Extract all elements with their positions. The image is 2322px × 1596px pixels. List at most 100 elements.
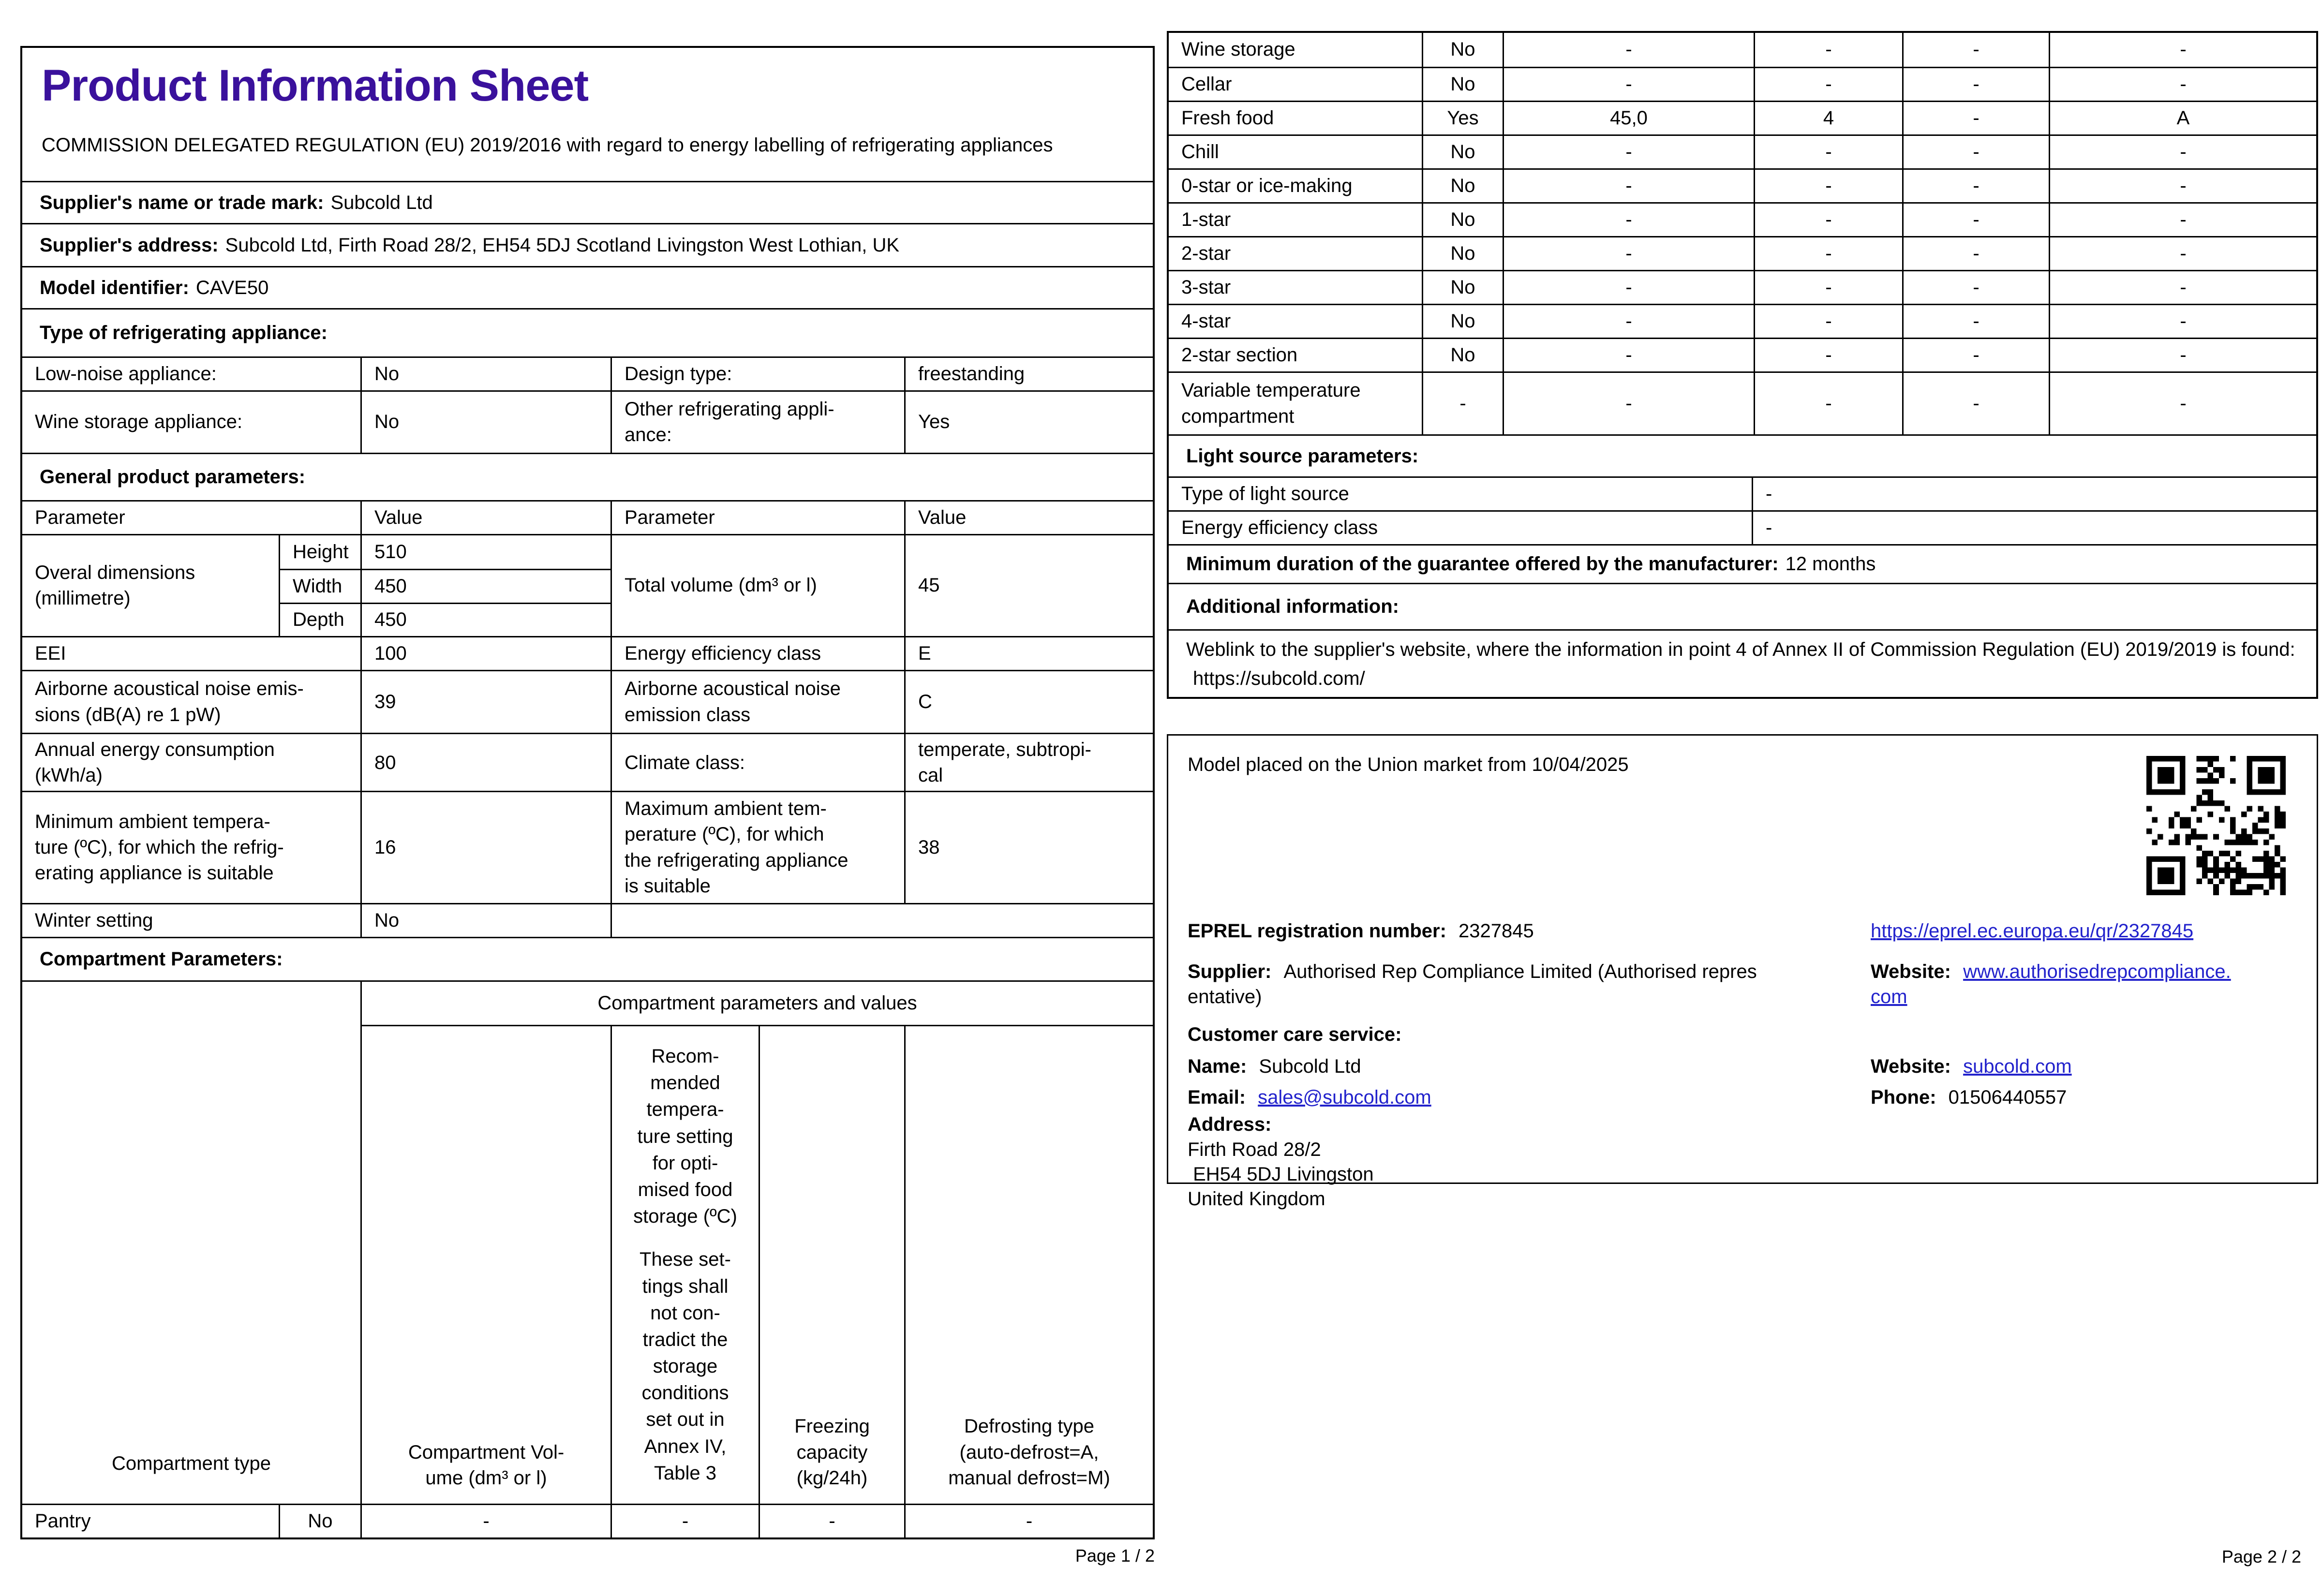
name-label: Name: [1188, 1056, 1247, 1077]
compartment-name-cell: 0-star or ice-making [1181, 175, 1353, 196]
dim-value: 450 [360, 569, 610, 603]
table-row: Energy efficiency class - [1169, 510, 2316, 544]
eprel-link[interactable]: https://eprel.ec.europa.eu/qr/2327845 [1871, 920, 2193, 942]
value-cell: E [904, 637, 1153, 670]
guarantee-label: Minimum duration of the guarantee offere… [1186, 553, 1779, 575]
phone-value: 01506440557 [1948, 1087, 2067, 1108]
volume-cell: - [1503, 373, 1754, 434]
table-row: Fresh food Yes 45,0 4 - A [1169, 101, 2316, 134]
table-row: Chill No - - - - [1169, 134, 2316, 168]
address-line: Firth Road 28/2 [1188, 1139, 1321, 1160]
compartment-name-cell: 4-star [1181, 310, 1231, 332]
param-cell: Winter setting [35, 909, 153, 931]
guarantee-row: Minimum duration of the guarantee offere… [1169, 544, 2316, 583]
compartment-name-cell: 2-star section [1181, 344, 1298, 366]
market-placed-text: Model placed on the Union market from 10… [1188, 754, 1629, 775]
value-cell: 80 [360, 734, 610, 792]
page1-footer: Page 1 / 2 [1075, 1546, 1155, 1566]
weblink-row: Weblink to the supplier's website, where… [1169, 629, 2316, 697]
temp-cell: 4 [1754, 102, 1902, 134]
table-row: Wine storage appliance: No Other refrige… [22, 390, 1153, 453]
supplier-value: Authorised Rep Compliance Limited (Autho… [1188, 961, 1757, 1007]
freezing-cell: - [1902, 339, 2049, 371]
value-cell: temperate, subtropi- cal [904, 734, 1153, 792]
answer-cell: No [1422, 339, 1503, 371]
column-header: Freezing capacity (kg/24h) [759, 1025, 904, 1504]
temp-cell: - [1754, 237, 1902, 270]
volume-cell: - [1503, 170, 1754, 202]
table-row: Variable temperature compartment - - - -… [1169, 371, 2316, 434]
value-cell: - [1752, 478, 2316, 510]
table-row: 1-star No - - - - [1169, 202, 2316, 236]
volume-cell: - [360, 1505, 610, 1537]
dim-key: Depth [279, 603, 360, 636]
address-line: United Kingdom [1188, 1188, 1325, 1210]
address-line: EH54 5DJ Livingston [1188, 1164, 1374, 1185]
compartment-name-cell: Chill [1181, 141, 1219, 163]
temp-cell: - [1754, 68, 1902, 101]
value-cell: 16 [360, 792, 610, 903]
value-cell: Yes [904, 392, 1153, 453]
compartment-header-table: Compartment type Compartment parameters … [22, 980, 1153, 1504]
supplier-info: Supplier: Authorised Rep Compliance Limi… [1188, 959, 1861, 1009]
eprel-box: Model placed on the Union market from 10… [1167, 734, 2318, 1210]
table-row: Low-noise appliance: No Design type: fre… [22, 356, 1153, 390]
answer-cell: No [279, 1505, 360, 1537]
care-email: Email: sales@subcold.com [1188, 1085, 1861, 1110]
freezing-cell: - [1902, 204, 2049, 236]
temp-cell: - [1754, 305, 1902, 338]
temp-cell: - [1754, 33, 1902, 67]
param-cell: Energy efficiency class [1181, 517, 1378, 538]
general-section-header: General product parameters: [22, 453, 1153, 500]
answer-cell: No [1422, 68, 1503, 101]
supplier-label: Supplier: [1188, 961, 1272, 982]
value-cell: No [360, 392, 610, 453]
param-cell: EEI [35, 642, 66, 664]
value-cell: No [360, 904, 610, 937]
answer-cell: No [1422, 204, 1503, 236]
value-cell: 45 [904, 535, 1153, 636]
table-row: Pantry No - - - - [22, 1504, 1153, 1537]
website2-link[interactable]: subcold.com [1963, 1056, 2072, 1077]
defrost-cell: - [2049, 170, 2316, 202]
column-header: Recom- mended tempera- ture setting for … [610, 1025, 759, 1504]
name-value: Subcold Ltd [1259, 1056, 1361, 1077]
volume-cell: 45,0 [1503, 102, 1754, 134]
param-cell: Design type: [610, 358, 904, 390]
defrost-cell: - [2049, 136, 2316, 168]
dim-key: Height [279, 535, 360, 569]
guarantee-value: 12 months [1785, 553, 1876, 575]
compartment-section-header: Compartment Parameters: [22, 937, 1153, 980]
additional-section-header: Additional information: [1169, 583, 2316, 629]
value-cell: C [904, 671, 1153, 733]
param-cell: Annual energy consumption (kWh/a) [35, 739, 275, 786]
volume-cell: - [1503, 271, 1754, 304]
temp-cell: - [1754, 170, 1902, 202]
dim-key: Width [279, 569, 360, 603]
freezing-cell: - [1902, 237, 2049, 270]
column-header: Parameter [35, 506, 125, 528]
param-cell: Energy efficiency class [610, 637, 904, 670]
defrost-cell: A [2049, 102, 2316, 134]
dimensions-block: Overal dimensions (millimetre) Height 51… [22, 534, 1153, 636]
defrost-cell: - [2049, 33, 2316, 67]
website2-label: Website: [1871, 1056, 1951, 1077]
care-address: Address: Firth Road 28/2 EH54 5DJ Living… [1188, 1114, 2297, 1210]
value-cell: 39 [360, 671, 610, 733]
param-cell: Other refrigerating appli- ance: [610, 392, 904, 453]
title-block: Product Information Sheet COMMISSION DEL… [22, 48, 1153, 181]
light-section-header: Light source parameters: [1169, 434, 2316, 476]
defrost-cell: - [2049, 339, 2316, 371]
defrost-cell: - [2049, 68, 2316, 101]
table-row: Annual energy consumption (kWh/a) 80 Cli… [22, 733, 1153, 792]
param-cell: Low-noise appliance: [35, 363, 217, 384]
compartment-name-cell: Cellar [1181, 73, 1232, 95]
compartment-name-cell: 2-star [1181, 242, 1231, 264]
table-row: 2-star section No - - - - [1169, 338, 2316, 371]
span-header: Compartment parameters and values [360, 982, 1153, 1025]
supplier-address-label: Supplier's address: [40, 234, 219, 256]
weblink-text: Weblink to the supplier's website, where… [1186, 638, 2295, 660]
email-link[interactable]: sales@subcold.com [1258, 1087, 1431, 1108]
regulation-text: COMMISSION DELEGATED REGULATION (EU) 201… [42, 134, 1053, 156]
phone-label: Phone: [1871, 1087, 1936, 1108]
